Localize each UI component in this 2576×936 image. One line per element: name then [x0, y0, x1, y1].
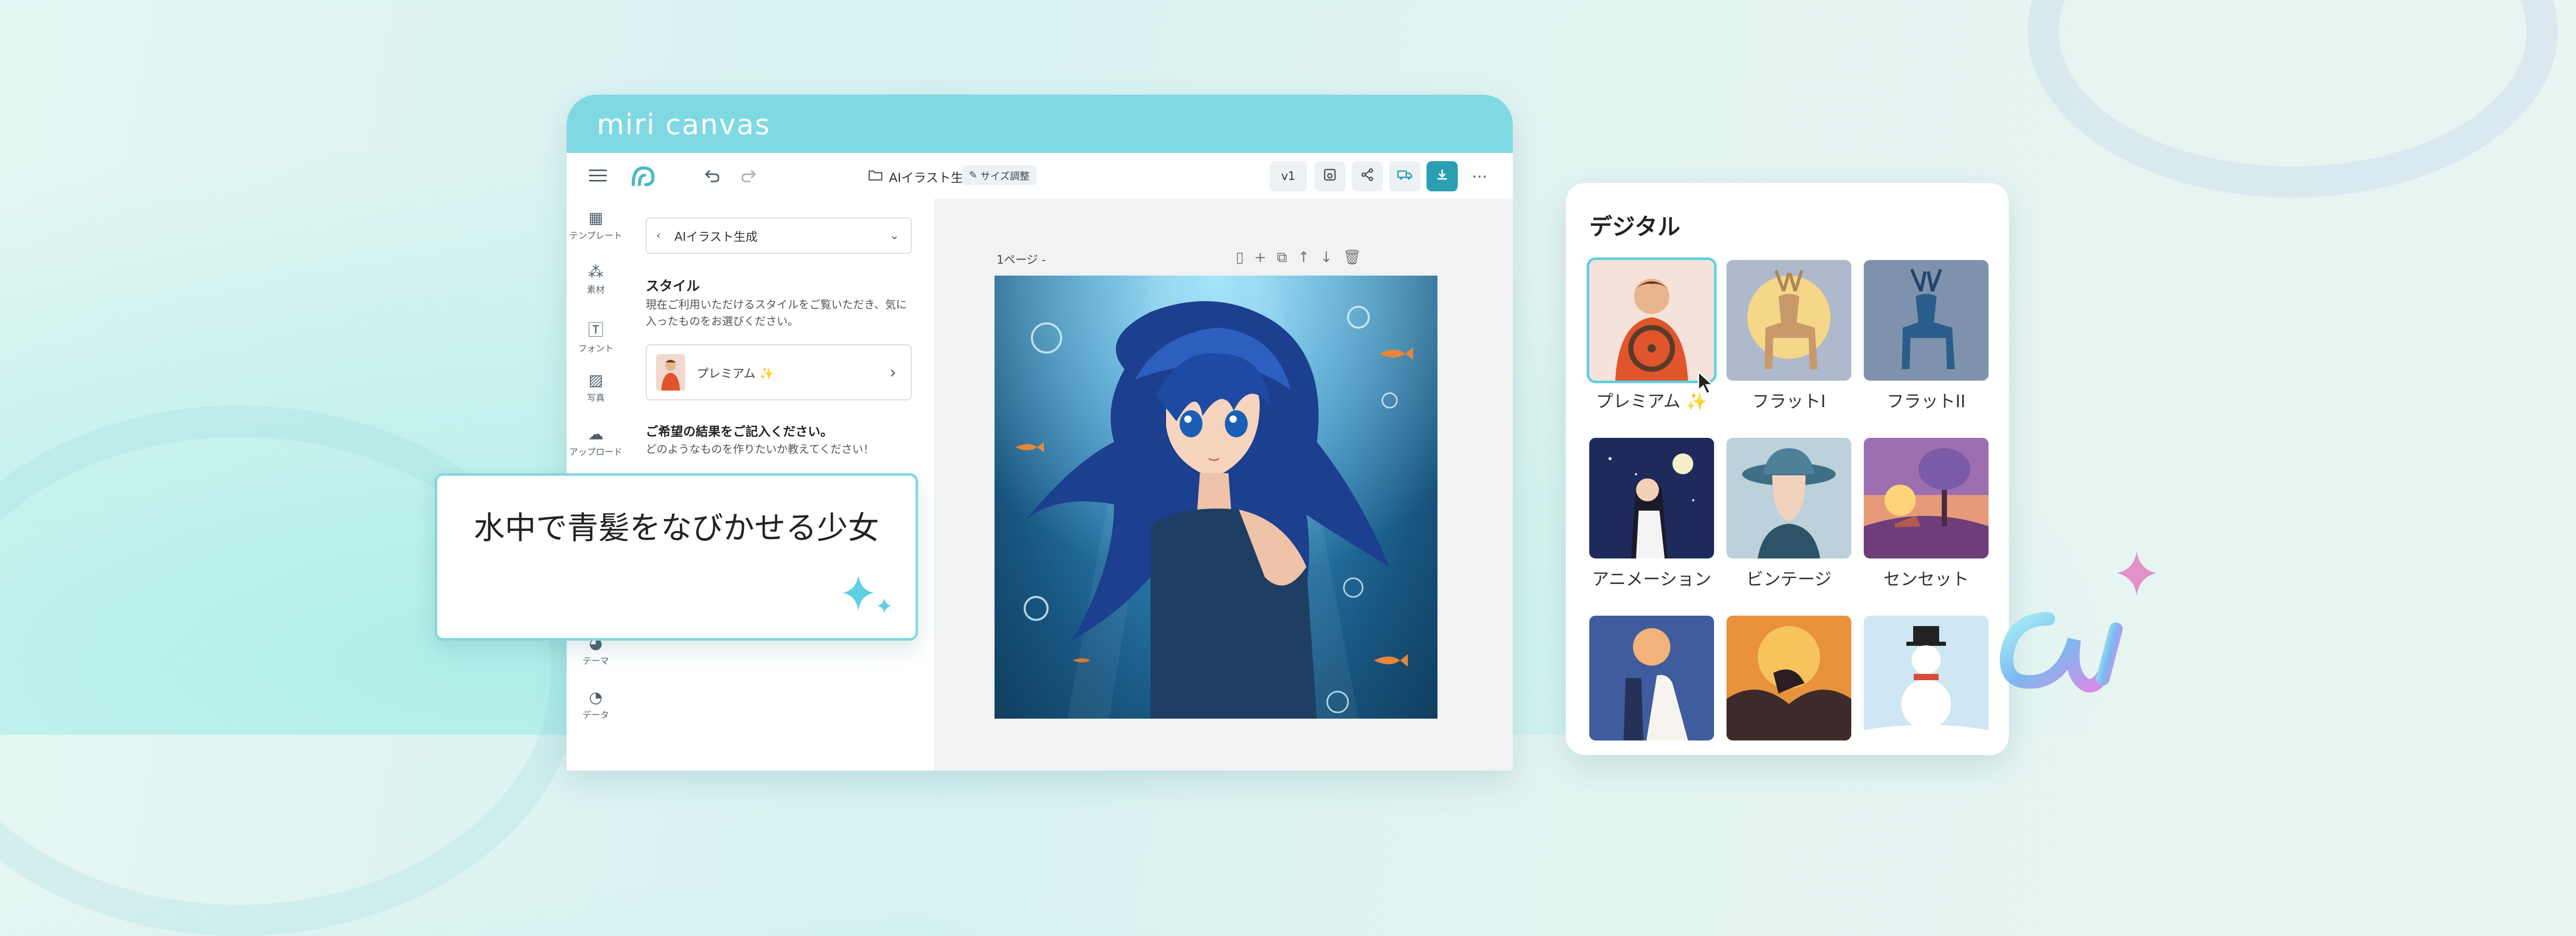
- print-order-button[interactable]: [1389, 161, 1420, 191]
- sidebar-item-photo[interactable]: ▨ 写真: [567, 371, 625, 404]
- style-tile-animation[interactable]: [1589, 438, 1714, 558]
- sidebar-item-label: 写真: [587, 393, 605, 404]
- style-tile-snowman[interactable]: [1864, 616, 1989, 740]
- page-icon[interactable]: ▯: [1236, 249, 1244, 266]
- resize-label: サイズ調整: [980, 170, 1030, 182]
- style-tile-premium[interactable]: [1587, 257, 1717, 383]
- brand-bar: miri canvas: [567, 95, 1513, 153]
- sidebar-item-label: テンプレート: [569, 231, 622, 241]
- page-tools: ▯ + ⧉ ↑ ↓ 🗑: [1236, 249, 1361, 266]
- photo-icon: ▨: [588, 371, 604, 389]
- sidebar-item-font[interactable]: 🅃 フォント: [567, 317, 625, 354]
- font-icon: 🅃: [588, 321, 604, 340]
- app-window: miri canvas AIイラスト生成 ✎ サイズ調整 v1 ⋯ ▦ テンプレ…: [567, 95, 1513, 771]
- sidebar-item-upload[interactable]: ☁ アップロード: [567, 425, 625, 458]
- canvas-area: 1ページ - ▯ + ⧉ ↑ ↓ 🗑: [934, 199, 1513, 771]
- upload-icon: ☁: [588, 425, 604, 444]
- resize-button[interactable]: ✎ サイズ調整: [962, 165, 1037, 185]
- top-toolbar: AIイラスト生成 ✎ サイズ調整 v1 ⋯: [567, 153, 1513, 200]
- mouse-cursor-icon: [1697, 370, 1716, 397]
- add-page-icon[interactable]: +: [1254, 249, 1266, 266]
- share-button[interactable]: [1352, 161, 1383, 191]
- document-title[interactable]: AIイラスト生成: [868, 167, 976, 186]
- style-tile-wedding[interactable]: [1589, 616, 1714, 740]
- style-category-title: デジタル: [1589, 214, 1681, 240]
- redo-icon[interactable]: [738, 165, 759, 186]
- more-button[interactable]: ⋯: [1464, 161, 1495, 191]
- elements-icon: ⁂: [588, 263, 604, 281]
- background-swirl: [2028, 0, 2558, 198]
- save-icon: [1323, 168, 1337, 185]
- share-icon: [1361, 168, 1374, 185]
- style-tile-flat2[interactable]: [1864, 260, 1989, 381]
- style-tile-label: センセット: [1883, 569, 1969, 589]
- style-heading: スタイル: [646, 279, 700, 294]
- sidebar-item-label: 素材: [587, 285, 605, 295]
- chart-icon: ◔: [589, 688, 603, 707]
- version-label: v1: [1281, 170, 1296, 183]
- result-description: どのようなものを作りたいか教えてください！: [646, 443, 874, 456]
- style-selector-panel: デジタル プレミアム ✨ フラットI フラットII アニメーション ビンテージ …: [1566, 183, 2009, 755]
- generated-illustration[interactable]: [995, 276, 1437, 719]
- sidebar-item-label: アップロード: [569, 447, 622, 458]
- style-tile-vintage[interactable]: [1727, 438, 1851, 558]
- version-button[interactable]: v1: [1270, 161, 1307, 191]
- download-icon: [1435, 168, 1449, 185]
- tool-select-value: AIイラスト生成: [674, 230, 758, 244]
- chevron-right-icon: ›: [890, 362, 896, 382]
- template-icon: ▦: [588, 209, 604, 227]
- sidebar-item-label: フォント: [578, 344, 613, 354]
- move-up-icon[interactable]: ↑: [1298, 249, 1310, 266]
- page-label: 1ページ -: [997, 254, 1046, 267]
- sparkle-icon: [838, 569, 900, 623]
- style-tile-bird[interactable]: [1727, 616, 1851, 740]
- brand-logo: miri canvas: [597, 108, 771, 141]
- sidebar-item-label: テーマ: [582, 656, 609, 667]
- sidebar-item-elements[interactable]: ⁂ 素材: [567, 263, 625, 295]
- style-tile-label: アニメーション: [1592, 569, 1711, 589]
- sidebar-item-template[interactable]: ▦ テンプレート: [567, 209, 625, 241]
- truck-icon: [1397, 168, 1413, 185]
- style-description: 現在ご利用いただけるスタイルをご覧いただき、気に入ったものをお選びください。: [646, 298, 907, 328]
- hamburger-icon[interactable]: [586, 164, 609, 187]
- home-logo-icon[interactable]: [629, 162, 658, 189]
- ai-logo: [1991, 541, 2178, 714]
- premium-style-thumbnail: [656, 354, 685, 391]
- pencil-icon: ✎: [969, 170, 977, 181]
- sidebar-item-data[interactable]: ◔ データ: [567, 688, 625, 721]
- style-tile-flat1[interactable]: [1727, 260, 1851, 381]
- style-tile-label: フラットI: [1752, 391, 1826, 411]
- chevron-left-icon[interactable]: ‹: [656, 229, 661, 242]
- more-icon: ⋯: [1472, 167, 1487, 186]
- style-tile-label: フラットII: [1887, 391, 1966, 411]
- save-button[interactable]: [1314, 161, 1345, 191]
- move-down-icon[interactable]: ↓: [1320, 249, 1332, 266]
- style-picker-label: プレミアム ✨: [697, 367, 775, 381]
- style-tile-label: ビンテージ: [1746, 569, 1832, 589]
- undo-icon[interactable]: [702, 165, 723, 186]
- delete-page-icon[interactable]: 🗑: [1343, 249, 1362, 266]
- sidebar-item-label: データ: [582, 710, 609, 721]
- folder-icon: [868, 169, 883, 185]
- chevron-down-icon: ⌄: [889, 229, 899, 242]
- style-picker-button[interactable]: プレミアム ✨ ›: [646, 344, 912, 400]
- style-tile-sunset[interactable]: [1864, 438, 1989, 558]
- tool-select[interactable]: ‹ AIイラスト生成 ⌄: [646, 217, 912, 254]
- prompt-input-card[interactable]: 水中で青髪をなびかせる少女: [435, 473, 918, 641]
- result-heading: ご希望の結果をご記入ください。: [646, 424, 833, 439]
- prompt-text: 水中で青髪をなびかせる少女: [474, 510, 879, 547]
- duplicate-page-icon[interactable]: ⧉: [1277, 249, 1287, 266]
- download-button[interactable]: [1427, 161, 1458, 191]
